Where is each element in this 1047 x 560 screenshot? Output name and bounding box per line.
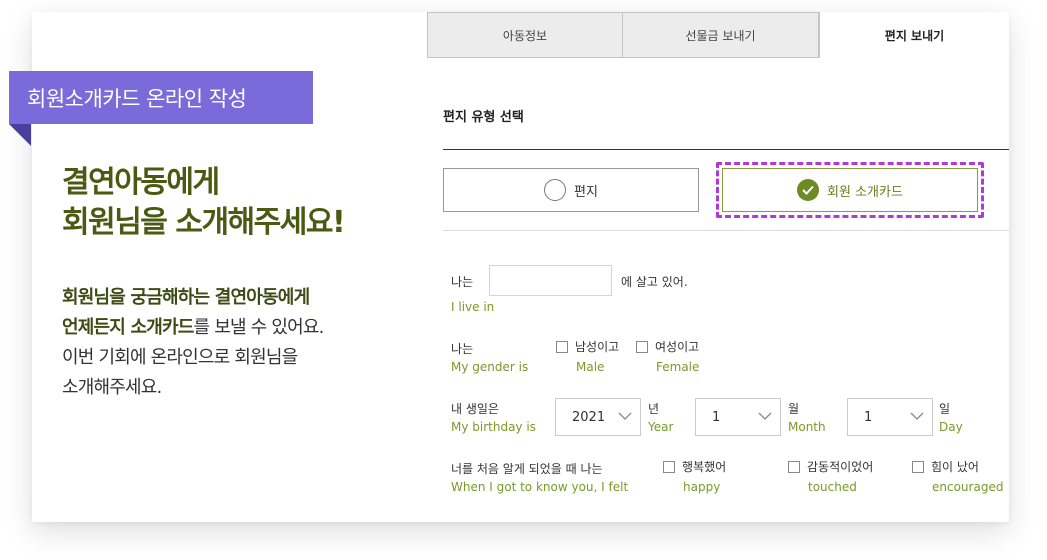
checkbox-icon: [912, 460, 924, 473]
desc-line-3: 이번 기회에 온라인으로 회원님을: [62, 347, 298, 368]
birth-year-select[interactable]: 2021: [555, 398, 641, 436]
gender-male-checkbox[interactable]: 남성이고: [556, 338, 619, 355]
felt-happy-label: 행복했어: [682, 460, 727, 474]
letter-type-letter-label: 편지: [574, 184, 598, 200]
year-unit-sub: Year: [648, 420, 674, 434]
letter-type-intro-card-label: 회원 소개카드: [827, 184, 903, 200]
letter-type-letter-button[interactable]: 편지: [443, 168, 699, 212]
checkbox-icon: [636, 340, 648, 353]
felt-touched-checkbox[interactable]: 감동적이었어: [788, 458, 873, 475]
felt-encouraged-checkbox[interactable]: 힘이 났어: [912, 458, 979, 475]
promo-description: 회원님을 궁금해하는 결연아동에게 언제든지 소개카드를 보낼 수 있어요. 이…: [62, 283, 402, 403]
felt-label: 너를 처음 알게 되었을 때 나는: [451, 462, 603, 476]
checkbox-icon: [556, 340, 568, 353]
tab-bar: 아동정보 선물금 보내기 편지 보내기: [427, 12, 1009, 58]
month-unit-sub: Month: [788, 420, 826, 434]
felt-encouraged-label: 힘이 났어: [931, 460, 979, 474]
chevron-down-icon: [758, 412, 772, 420]
gender-male-label: 남성이고: [575, 340, 620, 354]
gender-male-sub: Male: [576, 360, 605, 374]
tab-send-letter[interactable]: 편지 보내기: [819, 12, 1009, 58]
desc-line-4: 소개해주세요.: [62, 377, 162, 398]
chevron-down-icon: [618, 412, 632, 420]
desc-line-2-rest: 를 보낼 수 있어요.: [193, 317, 325, 338]
gender-sub-label: My gender is: [451, 360, 529, 374]
desc-line-2: 언제든지 소개카드를 보낼 수 있어요.: [62, 313, 402, 343]
live-sub-label: I live in: [451, 300, 495, 314]
birth-day-select[interactable]: 1: [847, 398, 933, 436]
checkbox-icon: [788, 460, 800, 473]
radio-empty-icon: [544, 179, 567, 201]
live-in-input[interactable]: [489, 265, 612, 296]
ribbon-label: 회원소개카드 온라인 작성: [27, 86, 247, 111]
birth-year-value: 2021: [572, 409, 606, 425]
headline-line-2: 회원님을 소개해주세요!: [62, 205, 346, 240]
promo-ribbon: 회원소개카드 온라인 작성: [9, 71, 313, 124]
live-suffix: 에 살고 있어.: [621, 275, 688, 289]
section-divider: [443, 149, 1009, 150]
felt-touched-label: 감동적이었어: [807, 460, 874, 474]
live-label: 나는: [451, 275, 474, 289]
checkbox-icon: [663, 460, 675, 473]
letter-type-title: 편지 유형 선택: [443, 110, 524, 125]
birth-day-value: 1: [864, 409, 873, 425]
letter-panel: 아동정보 선물금 보내기 편지 보내기 편지 유형 선택 편지 회원 소개카드 …: [427, 12, 1009, 522]
desc-line-2-strong: 언제든지 소개카드: [62, 317, 194, 338]
gender-female-sub: Female: [656, 360, 700, 374]
ribbon-fold: [9, 124, 31, 146]
day-unit-sub: Day: [939, 420, 963, 434]
felt-touched-sub: touched: [808, 480, 857, 494]
letter-type-intro-card-button[interactable]: 회원 소개카드: [722, 168, 978, 212]
year-unit: 년: [648, 402, 660, 416]
birth-month-value: 1: [712, 409, 721, 425]
gender-female-checkbox[interactable]: 여성이고: [636, 338, 699, 355]
form-divider: [443, 230, 1009, 231]
gender-female-label: 여성이고: [655, 340, 700, 354]
chevron-down-icon: [910, 412, 924, 420]
month-unit: 월: [788, 402, 800, 416]
tab-child-info[interactable]: 아동정보: [427, 12, 623, 58]
tab-send-gift[interactable]: 선물금 보내기: [623, 12, 819, 58]
promo-headline: 결연아동에게 회원님을 소개해주세요!: [62, 163, 402, 243]
desc-line-1: 회원님을 궁금해하는 결연아동에게: [62, 287, 310, 308]
birthday-sub-label: My birthday is: [451, 420, 536, 434]
day-unit: 일: [939, 402, 951, 416]
checkmark-icon: [797, 179, 820, 201]
felt-sub-label: When I got to know you, I felt: [451, 480, 629, 494]
birthday-label: 내 생일은: [451, 402, 499, 416]
birth-month-select[interactable]: 1: [695, 398, 781, 436]
headline-line-1: 결연아동에게: [62, 165, 220, 200]
gender-label: 나는: [451, 342, 474, 356]
felt-happy-sub: happy: [683, 480, 721, 494]
felt-happy-checkbox[interactable]: 행복했어: [663, 458, 726, 475]
felt-encouraged-sub: encouraged: [932, 480, 1004, 494]
